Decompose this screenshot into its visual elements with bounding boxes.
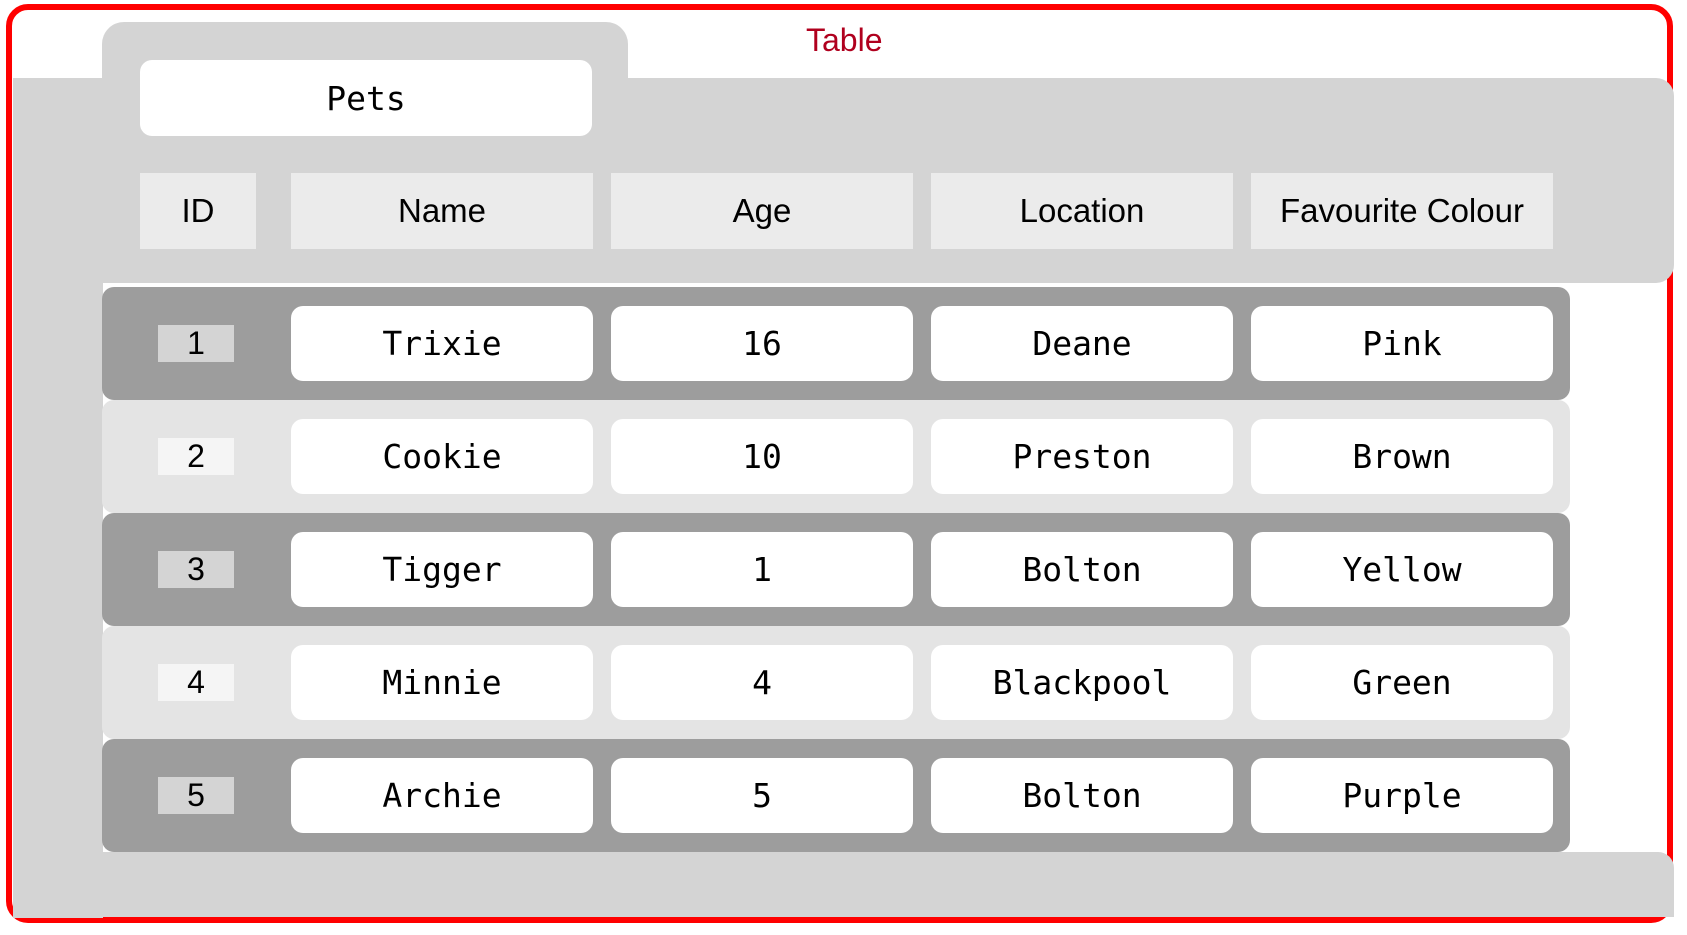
cell-age: 5 (611, 758, 913, 833)
row-id: 3 (158, 551, 234, 588)
row-id: 2 (158, 438, 234, 475)
cell-name: Minnie (291, 645, 593, 720)
cell-colour: Yellow (1251, 532, 1553, 607)
table-row: 5 Archie 5 Bolton Purple (102, 739, 1570, 852)
cell-colour: Purple (1251, 758, 1553, 833)
cell-location: Bolton (931, 758, 1233, 833)
table-left-rail (13, 78, 103, 918)
table-footer (13, 852, 1674, 917)
cell-colour: Pink (1251, 306, 1553, 381)
cell-location: Preston (931, 419, 1233, 494)
row-id: 1 (158, 325, 234, 362)
cell-colour: Brown (1251, 419, 1553, 494)
table-row: 3 Tigger 1 Bolton Yellow (102, 513, 1570, 626)
table-title: Pets (140, 60, 592, 136)
cell-location: Bolton (931, 532, 1233, 607)
diagram-caption: Table (806, 22, 883, 58)
cell-name: Trixie (291, 306, 593, 381)
header-id: ID (140, 173, 256, 249)
cell-colour: Green (1251, 645, 1553, 720)
cell-location: Blackpool (931, 645, 1233, 720)
cell-age: 4 (611, 645, 913, 720)
row-id: 5 (158, 777, 234, 814)
header-age: Age (611, 173, 913, 249)
cell-age: 1 (611, 532, 913, 607)
cell-name: Tigger (291, 532, 593, 607)
cell-age: 16 (611, 306, 913, 381)
header-name: Name (291, 173, 593, 249)
cell-name: Cookie (291, 419, 593, 494)
table-row: 1 Trixie 16 Deane Pink (102, 287, 1570, 400)
cell-location: Deane (931, 306, 1233, 381)
cell-name: Archie (291, 758, 593, 833)
header-favourite-colour: Favourite Colour (1251, 173, 1553, 249)
table-row: 4 Minnie 4 Blackpool Green (102, 626, 1570, 739)
row-id: 4 (158, 664, 234, 701)
header-location: Location (931, 173, 1233, 249)
table-row: 2 Cookie 10 Preston Brown (102, 400, 1570, 513)
cell-age: 10 (611, 419, 913, 494)
